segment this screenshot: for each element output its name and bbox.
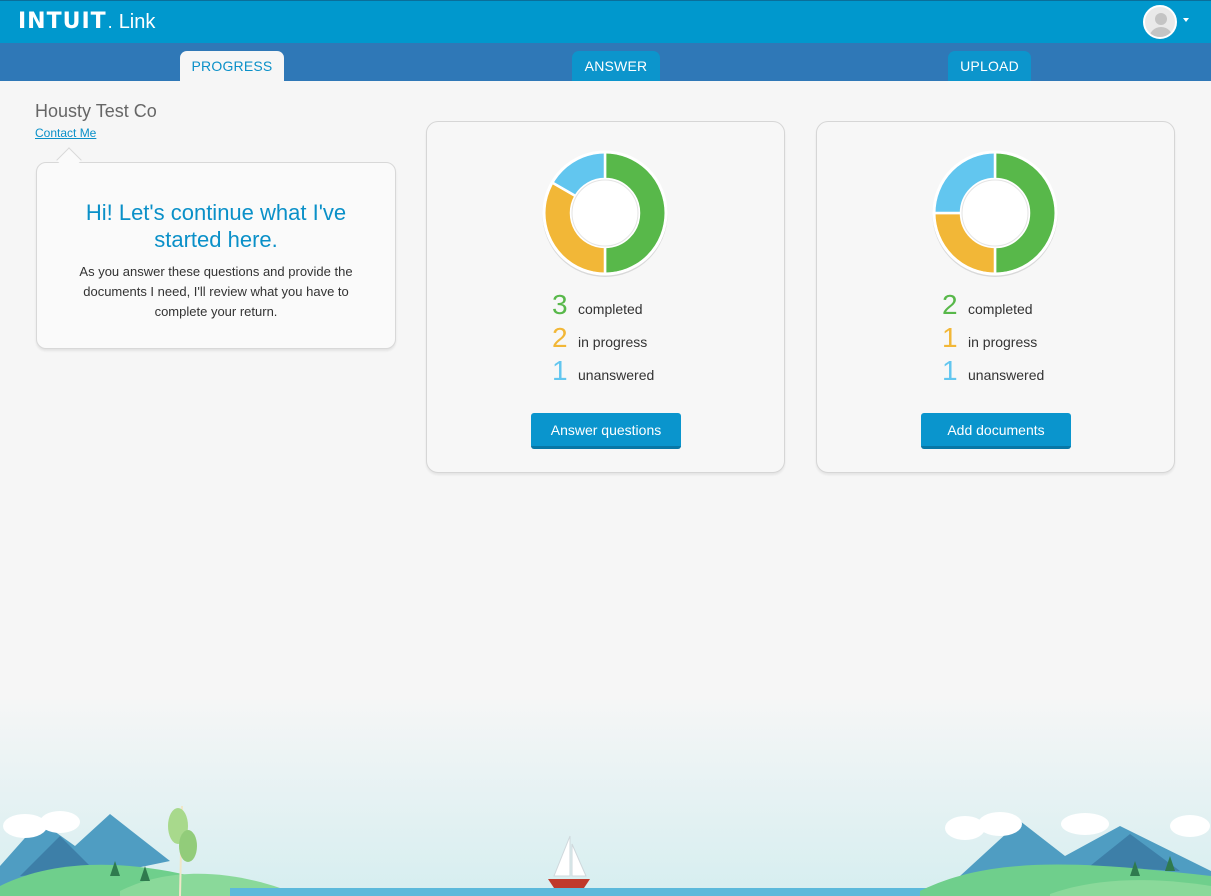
in-progress-label: in progress: [578, 334, 648, 350]
user-avatar-icon[interactable]: [1143, 5, 1177, 39]
account-menu-caret-icon[interactable]: [1183, 18, 1189, 22]
tab-answer[interactable]: ANSWER: [572, 51, 660, 81]
add-documents-button[interactable]: Add documents: [921, 413, 1071, 449]
logo-dot: .: [107, 12, 113, 32]
unanswered-count: 1: [552, 355, 568, 386]
avatar-shoulders: [1149, 27, 1173, 37]
documents-donut-chart: [932, 150, 1058, 277]
landscape-illustration: [0, 696, 1211, 896]
top-bar: INTUIT . Link: [0, 0, 1211, 43]
welcome-message-card: Hi! Let's continue what I've started her…: [36, 162, 396, 349]
company-name: Housty Test Co: [35, 101, 157, 121]
answer-questions-button[interactable]: Answer questions: [531, 413, 681, 449]
tab-progress[interactable]: PROGRESS: [180, 51, 284, 81]
unanswered-label: unanswered: [968, 367, 1045, 383]
in-progress-count: 1: [942, 322, 958, 353]
donut-center-hole: [961, 179, 1029, 247]
upload-progress-card: 2 completed 1 in progress 1 unanswered A…: [816, 121, 1175, 473]
stat-completed: 3 completed: [552, 290, 643, 320]
intuit-link-logo[interactable]: INTUIT . Link: [18, 9, 155, 34]
unanswered-count: 1: [942, 355, 958, 386]
stat-completed: 2 completed: [942, 290, 1033, 320]
in-progress-label: in progress: [968, 334, 1038, 350]
product-name: Link: [118, 11, 156, 33]
completed-count: 3: [552, 289, 568, 320]
completed-label: completed: [578, 301, 643, 317]
welcome-body: As you answer these questions and provid…: [79, 264, 353, 319]
intuit-wordmark: INTUIT: [18, 9, 107, 34]
tab-upload[interactable]: UPLOAD: [948, 51, 1031, 81]
completed-label: completed: [968, 301, 1033, 317]
stat-in-progress: 2 in progress: [552, 323, 647, 353]
avatar-head: [1155, 13, 1167, 25]
stat-unanswered: 1 unanswered: [552, 356, 654, 386]
donut-center-hole: [571, 179, 639, 247]
welcome-title: Hi! Let's continue what I've started her…: [85, 200, 347, 252]
answers-donut-chart: [542, 150, 668, 277]
answer-progress-card: 3 completed 2 in progress 1 unanswered A…: [426, 121, 785, 473]
stat-in-progress: 1 in progress: [942, 323, 1037, 353]
contact-me-link[interactable]: Contact Me: [35, 126, 96, 140]
tab-bar: PROGRESS ANSWER UPLOAD: [0, 43, 1211, 81]
completed-count: 2: [942, 289, 958, 320]
in-progress-count: 2: [552, 322, 568, 353]
stat-unanswered: 1 unanswered: [942, 356, 1044, 386]
unanswered-label: unanswered: [578, 367, 655, 383]
